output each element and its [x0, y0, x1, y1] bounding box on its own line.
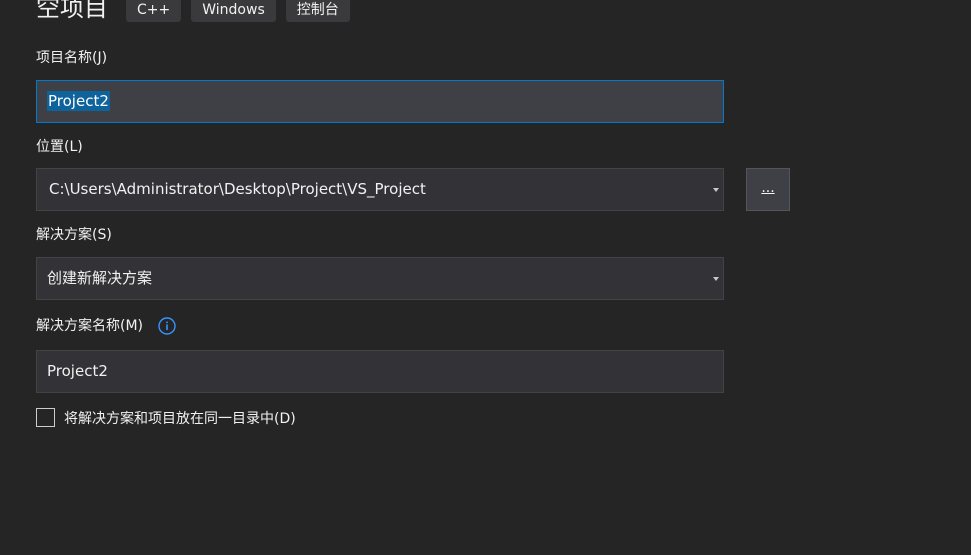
- browse-button[interactable]: ...: [746, 168, 790, 211]
- info-icon[interactable]: [158, 317, 176, 335]
- chevron-down-icon[interactable]: [713, 277, 719, 281]
- tag-project-type: 控制台: [285, 0, 350, 22]
- project-name-value-wrap: Project2: [47, 81, 110, 122]
- solution-dropdown[interactable]: 创建新解决方案: [36, 257, 724, 300]
- page-title: 空项目: [36, 0, 108, 22]
- project-name-value: Project2: [47, 91, 110, 111]
- chevron-down-icon[interactable]: [713, 188, 719, 192]
- solution-name-value: Project2: [47, 362, 108, 380]
- same-directory-checkbox[interactable]: [36, 408, 55, 427]
- project-tags: C++ Windows 控制台: [126, 0, 350, 22]
- project-name-label: 项目名称(J): [36, 50, 108, 66]
- project-name-input[interactable]: Project2: [36, 80, 724, 123]
- location-label: 位置(L): [36, 139, 83, 155]
- tag-language: C++: [126, 0, 182, 22]
- solution-value: 创建新解决方案: [47, 269, 153, 287]
- location-combobox[interactable]: C:\Users\Administrator\Desktop\Project\V…: [36, 168, 724, 211]
- location-value: C:\Users\Administrator\Desktop\Project\V…: [49, 180, 426, 198]
- tag-platform: Windows: [191, 0, 276, 22]
- solution-label: 解决方案(S): [36, 227, 112, 243]
- solution-name-input[interactable]: Project2: [36, 350, 724, 393]
- configure-project-page: 空项目 C++ Windows 控制台 项目名称(J) Project2 位置(…: [0, 0, 971, 555]
- same-directory-label[interactable]: 将解决方案和项目放在同一目录中(D): [64, 409, 296, 429]
- solution-name-label: 解决方案名称(M): [36, 318, 144, 334]
